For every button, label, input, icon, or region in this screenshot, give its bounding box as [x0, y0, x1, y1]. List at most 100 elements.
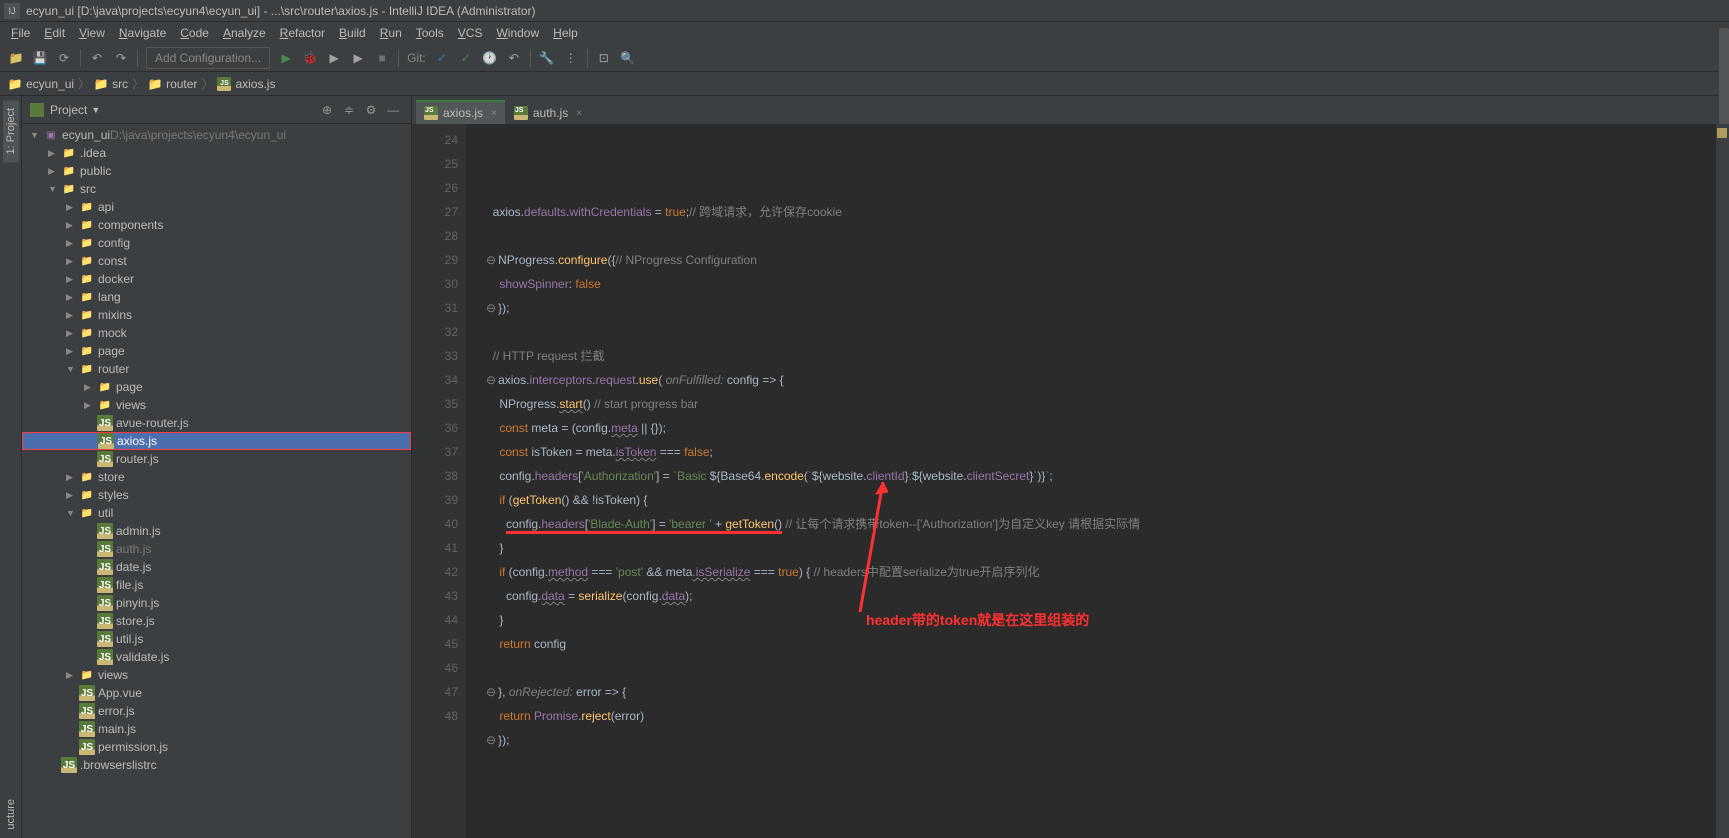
- settings-icon[interactable]: 🔧: [536, 47, 558, 69]
- tree-arrow[interactable]: ▶: [66, 274, 76, 285]
- line-number[interactable]: 30: [412, 272, 458, 296]
- tree-node-ecyun_ui[interactable]: ▼▣ecyun_ui D:\java\projects\ecyun4\ecyun…: [22, 126, 411, 144]
- tree-arrow[interactable]: ▼: [48, 184, 58, 194]
- line-number[interactable]: 29: [412, 248, 458, 272]
- code-line-44[interactable]: [466, 656, 1715, 680]
- more-icon[interactable]: ⋮: [560, 47, 582, 69]
- breadcrumb-axios.js[interactable]: JSaxios.js: [213, 77, 279, 91]
- line-number[interactable]: 32: [412, 320, 458, 344]
- code-line-26[interactable]: [466, 224, 1715, 248]
- tree-arrow[interactable]: ▼: [66, 508, 76, 518]
- menu-vcs[interactable]: VCS: [451, 24, 490, 42]
- breadcrumb-ecyun_ui[interactable]: 📁ecyun_ui: [4, 77, 78, 91]
- tree-node-pinyin.js[interactable]: JSpinyin.js: [22, 594, 411, 612]
- code-line-38[interactable]: config.headers['Blade-Auth'] = 'bearer '…: [466, 512, 1715, 536]
- tree-node-App.vue[interactable]: JSApp.vue: [22, 684, 411, 702]
- line-number[interactable]: 35: [412, 392, 458, 416]
- code-line-37[interactable]: if (getToken() && !isToken) {: [466, 488, 1715, 512]
- tree-node-router[interactable]: ▼📁router: [22, 360, 411, 378]
- code-line-39[interactable]: }: [466, 536, 1715, 560]
- git-commit-icon[interactable]: ✓: [455, 47, 477, 69]
- tree-arrow[interactable]: ▶: [66, 238, 76, 249]
- line-number[interactable]: 41: [412, 536, 458, 560]
- tree-node-mixins[interactable]: ▶📁mixins: [22, 306, 411, 324]
- tree-node-validate.js[interactable]: JSvalidate.js: [22, 648, 411, 666]
- code-line-45[interactable]: ⊖}, onRejected: error => {: [466, 680, 1715, 704]
- tree-node-views[interactable]: ▶📁views: [22, 666, 411, 684]
- tree-node-views[interactable]: ▶📁views: [22, 396, 411, 414]
- redo-icon[interactable]: ↷: [110, 47, 132, 69]
- coverage-icon[interactable]: ▶: [323, 47, 345, 69]
- code-line-30[interactable]: [466, 320, 1715, 344]
- code-line-31[interactable]: // HTTP request 拦截: [466, 344, 1715, 368]
- tab-close-icon[interactable]: ×: [576, 108, 582, 119]
- tree-arrow[interactable]: ▶: [66, 472, 76, 483]
- line-number[interactable]: 28: [412, 224, 458, 248]
- tree-node-const[interactable]: ▶📁const: [22, 252, 411, 270]
- tab-close-icon[interactable]: ×: [491, 108, 497, 119]
- tree-node-lang[interactable]: ▶📁lang: [22, 288, 411, 306]
- line-number[interactable]: 27: [412, 200, 458, 224]
- locate-icon[interactable]: ⊕: [317, 100, 337, 120]
- tree-arrow[interactable]: ▶: [66, 490, 76, 501]
- tree-arrow[interactable]: ▶: [84, 382, 94, 393]
- menu-navigate[interactable]: Navigate: [112, 24, 173, 42]
- code-line-47[interactable]: ⊖});: [466, 728, 1715, 752]
- code-line-43[interactable]: return config: [466, 632, 1715, 656]
- tree-node-api[interactable]: ▶📁api: [22, 198, 411, 216]
- line-number[interactable]: 38: [412, 464, 458, 488]
- code-line-48[interactable]: [466, 752, 1715, 776]
- tree-node-axios.js[interactable]: JSaxios.js: [22, 432, 411, 450]
- tree-node-public[interactable]: ▶📁public: [22, 162, 411, 180]
- editor-tab-axios.js[interactable]: JSaxios.js×: [416, 100, 505, 124]
- line-number[interactable]: 46: [412, 656, 458, 680]
- tree-node-file.js[interactable]: JSfile.js: [22, 576, 411, 594]
- line-number[interactable]: 26: [412, 176, 458, 200]
- find-icon[interactable]: 🔍: [617, 47, 639, 69]
- menu-build[interactable]: Build: [332, 24, 373, 42]
- line-number[interactable]: 44: [412, 608, 458, 632]
- menu-analyze[interactable]: Analyze: [216, 24, 273, 42]
- line-number[interactable]: 45: [412, 632, 458, 656]
- git-history-icon[interactable]: 🕐: [479, 47, 501, 69]
- tree-arrow[interactable]: ▼: [66, 364, 76, 374]
- stop-icon[interactable]: ■: [371, 47, 393, 69]
- menu-edit[interactable]: Edit: [37, 24, 72, 42]
- tree-arrow[interactable]: ▶: [84, 400, 94, 411]
- line-number[interactable]: 47: [412, 680, 458, 704]
- tree-arrow[interactable]: ▶: [66, 346, 76, 357]
- tree-node-admin.js[interactable]: JSadmin.js: [22, 522, 411, 540]
- collapse-icon[interactable]: ≑: [339, 100, 359, 120]
- code-line-33[interactable]: NProgress.start() // start progress bar: [466, 392, 1715, 416]
- code-line-42[interactable]: }: [466, 608, 1715, 632]
- line-number[interactable]: 43: [412, 584, 458, 608]
- open-icon[interactable]: 📁: [5, 47, 27, 69]
- hide-icon[interactable]: —: [383, 100, 403, 120]
- tree-arrow[interactable]: ▶: [66, 328, 76, 339]
- warning-mark[interactable]: [1717, 128, 1727, 138]
- debug-icon[interactable]: 🐞: [299, 47, 321, 69]
- project-tree[interactable]: ▼▣ecyun_ui D:\java\projects\ecyun4\ecyun…: [22, 124, 411, 838]
- tree-node-components[interactable]: ▶📁components: [22, 216, 411, 234]
- tree-node-styles[interactable]: ▶📁styles: [22, 486, 411, 504]
- tree-node-docker[interactable]: ▶📁docker: [22, 270, 411, 288]
- menu-window[interactable]: Window: [489, 24, 546, 42]
- line-number[interactable]: 33: [412, 344, 458, 368]
- menu-run[interactable]: Run: [373, 24, 409, 42]
- code-line-28[interactable]: showSpinner: false: [466, 272, 1715, 296]
- run-icon[interactable]: ▶: [275, 47, 297, 69]
- line-number[interactable]: 42: [412, 560, 458, 584]
- code-line-46[interactable]: return Promise.reject(error): [466, 704, 1715, 728]
- line-number[interactable]: 37: [412, 440, 458, 464]
- code-line-32[interactable]: ⊖axios.interceptors.request.use( onFulfi…: [466, 368, 1715, 392]
- menu-view[interactable]: View: [72, 24, 112, 42]
- tree-node-avue-router.js[interactable]: JSavue-router.js: [22, 414, 411, 432]
- tree-node-page[interactable]: ▶📁page: [22, 378, 411, 396]
- line-number[interactable]: 25: [412, 152, 458, 176]
- tree-node-util[interactable]: ▼📁util: [22, 504, 411, 522]
- tree-arrow[interactable]: ▶: [66, 256, 76, 267]
- tree-node-date.js[interactable]: JSdate.js: [22, 558, 411, 576]
- tree-node-auth.js[interactable]: JSauth.js: [22, 540, 411, 558]
- tree-arrow[interactable]: ▶: [48, 166, 58, 177]
- save-icon[interactable]: 💾: [29, 47, 51, 69]
